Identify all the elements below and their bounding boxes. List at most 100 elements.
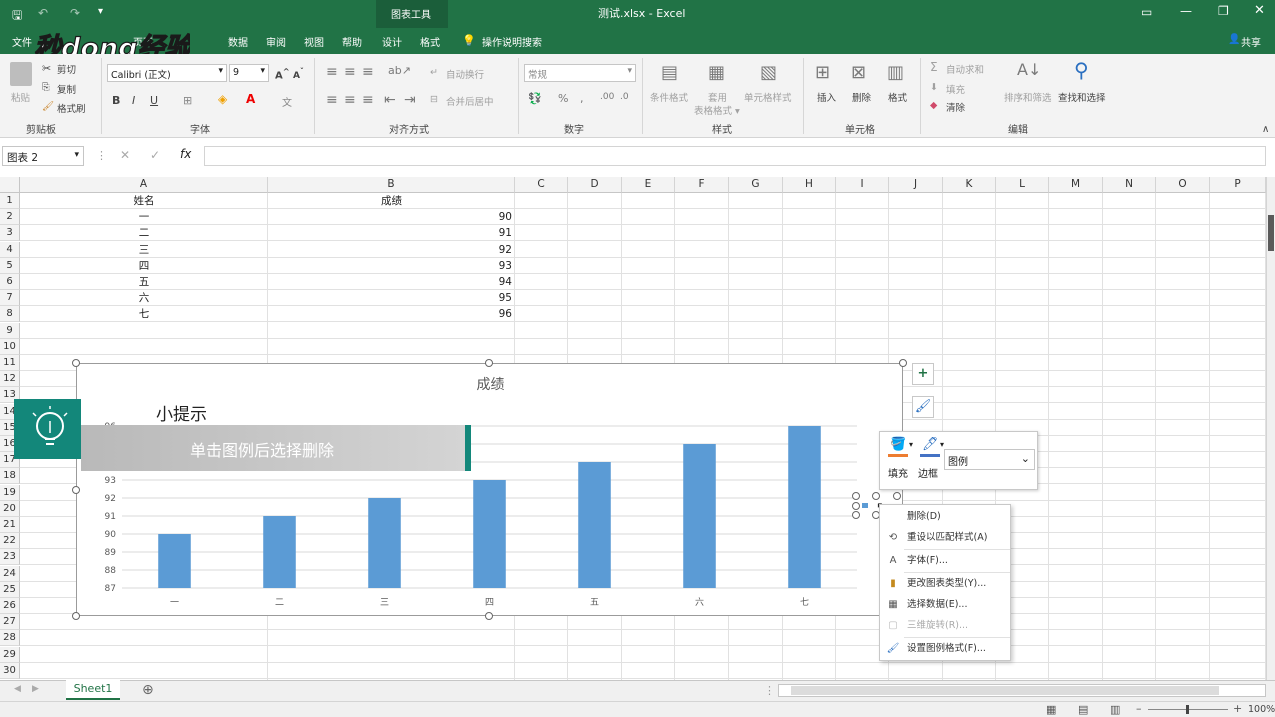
insert-cells-button[interactable]: 插入	[817, 90, 836, 104]
zoom-out-icon[interactable]: –	[1136, 702, 1142, 715]
format-painter-button[interactable]: 格式刷	[57, 101, 86, 115]
row-header-7[interactable]: 7	[0, 290, 20, 307]
chart-bar[interactable]	[263, 516, 296, 588]
column-header-p[interactable]: P	[1210, 177, 1266, 193]
cell-b5[interactable]: 93	[268, 258, 515, 274]
add-sheet-icon[interactable]: ⊕	[142, 682, 154, 698]
horizontal-scrollbar[interactable]	[778, 684, 1266, 697]
row-header-11[interactable]: 11	[0, 355, 20, 371]
chart-element-dropdown[interactable]: 图例 ⌄	[944, 449, 1035, 470]
row-header-10[interactable]: 10	[0, 338, 20, 355]
cell-b2[interactable]: 90	[268, 209, 515, 225]
save-icon[interactable]: 🖫	[12, 6, 22, 27]
column-header-f[interactable]: F	[675, 177, 729, 193]
menu-item-delete[interactable]: 删除(D)	[880, 506, 1010, 527]
align-bottom-icon[interactable]: ≡	[362, 64, 374, 80]
column-header-j[interactable]: J	[889, 177, 943, 193]
tab-view[interactable]: 视图	[304, 34, 324, 49]
row-header-22[interactable]: 22	[0, 533, 20, 550]
scroll-thumb[interactable]	[1268, 215, 1274, 251]
tab-file[interactable]: 文件	[12, 34, 32, 49]
row-header-25[interactable]: 25	[0, 581, 20, 598]
percent-icon[interactable]: %	[558, 92, 568, 105]
fill-bucket-icon[interactable]: 🪣	[890, 437, 906, 452]
align-top-icon[interactable]: ≡	[326, 64, 338, 80]
border-button-label[interactable]: 边框	[918, 465, 938, 480]
chart-bar[interactable]	[368, 498, 401, 588]
column-header-l[interactable]: L	[996, 177, 1049, 193]
zoom-in-icon[interactable]: +	[1233, 702, 1242, 715]
chart-bar[interactable]	[788, 426, 821, 588]
row-header-23[interactable]: 23	[0, 549, 20, 566]
column-header-a[interactable]: A	[20, 177, 268, 193]
chart-resize-handle[interactable]	[485, 359, 493, 367]
column-header-k[interactable]: K	[943, 177, 996, 193]
decrease-indent-icon[interactable]: ⇤	[384, 92, 396, 108]
increase-decimal-icon[interactable]: .00	[600, 92, 614, 102]
cell-b7[interactable]: 95	[268, 290, 515, 306]
sheet-tab-sheet1[interactable]: Sheet1	[66, 680, 120, 700]
column-header-o[interactable]: O	[1156, 177, 1210, 193]
align-right-icon[interactable]: ≡	[362, 92, 374, 108]
fill-button[interactable]: 填充	[946, 82, 965, 96]
minimize-icon[interactable]: —	[1180, 4, 1192, 18]
menu-item-reset-style[interactable]: ⟲ 重设以匹配样式(A)	[880, 527, 1010, 548]
row-header-19[interactable]: 19	[0, 484, 20, 501]
page-layout-icon[interactable]: ▤	[1078, 703, 1088, 716]
merge-center-button[interactable]: 合并后居中	[446, 94, 494, 108]
cell-a7[interactable]: 六	[20, 290, 268, 306]
scroll-thumb[interactable]	[791, 686, 1219, 695]
wrap-text-button[interactable]: 自动换行	[446, 67, 484, 81]
column-header-h[interactable]: H	[783, 177, 836, 193]
format-as-table-button-line2[interactable]: 表格格式 ▾	[694, 103, 740, 117]
increase-indent-icon[interactable]: ⇥	[404, 92, 416, 108]
format-painter-icon[interactable]: 🖌	[42, 101, 54, 112]
cut-button[interactable]: 剪切	[57, 62, 76, 76]
wrap-text-icon[interactable]: ↵	[430, 67, 438, 78]
cell-a2[interactable]: 一	[20, 209, 268, 225]
autosum-button[interactable]: 自动求和	[946, 62, 984, 76]
conditional-format-button[interactable]: 条件格式	[650, 90, 688, 104]
restore-icon[interactable]: ❐	[1218, 4, 1229, 18]
number-format-dropdown[interactable]: 常规 ▾	[524, 64, 636, 82]
legend-handle[interactable]	[852, 492, 860, 500]
insert-cells-icon[interactable]: ⊞	[815, 62, 830, 83]
tab-help[interactable]: 帮助	[342, 34, 362, 49]
chart-resize-handle[interactable]	[72, 486, 80, 494]
format-cells-icon[interactable]: ▥	[887, 62, 904, 83]
clear-icon[interactable]: ◆	[930, 100, 937, 111]
currency-icon[interactable]: 💱	[528, 92, 542, 105]
zoom-slider-thumb[interactable]	[1186, 705, 1189, 714]
chart-styles-button[interactable]: 🖌	[912, 396, 934, 418]
font-size-dropdown[interactable]: 9 ▾	[229, 64, 269, 82]
copy-icon[interactable]: ⎘	[42, 82, 50, 93]
column-header-c[interactable]: C	[515, 177, 568, 193]
row-header-12[interactable]: 12	[0, 371, 20, 388]
chart-resize-handle[interactable]	[72, 359, 80, 367]
formula-input[interactable]	[204, 146, 1266, 166]
redo-icon[interactable]: ↷	[70, 6, 80, 20]
ribbon-display-icon[interactable]: ▭	[1141, 5, 1152, 19]
column-header-i[interactable]: I	[836, 177, 889, 193]
chart-resize-handle[interactable]	[485, 612, 493, 620]
legend-handle[interactable]	[852, 511, 860, 519]
legend-handle[interactable]	[893, 492, 901, 500]
clear-button[interactable]: 清除	[946, 100, 965, 114]
row-header-24[interactable]: 24	[0, 565, 20, 582]
cell-b4[interactable]: 92	[268, 242, 515, 258]
tab-format[interactable]: 格式	[420, 34, 440, 49]
chart-resize-handle[interactable]	[899, 359, 907, 367]
shrink-font-icon[interactable]: Aˇ	[293, 67, 304, 81]
row-header-2[interactable]: 2	[0, 209, 20, 226]
fill-icon[interactable]: ⬇	[930, 82, 938, 93]
grow-font-icon[interactable]: A^	[275, 66, 290, 81]
tell-me-search[interactable]: 操作说明搜索	[482, 34, 542, 49]
row-header-9[interactable]: 9	[0, 322, 20, 339]
legend-key[interactable]	[862, 503, 868, 508]
scroll-left-icon[interactable]: ◀	[14, 684, 21, 694]
autosum-icon[interactable]: Σ	[930, 60, 938, 74]
cancel-icon[interactable]: ✕	[120, 148, 130, 162]
cell-b3[interactable]: 91	[268, 225, 515, 241]
row-header-28[interactable]: 28	[0, 630, 20, 647]
align-left-icon[interactable]: ≡	[326, 92, 338, 108]
